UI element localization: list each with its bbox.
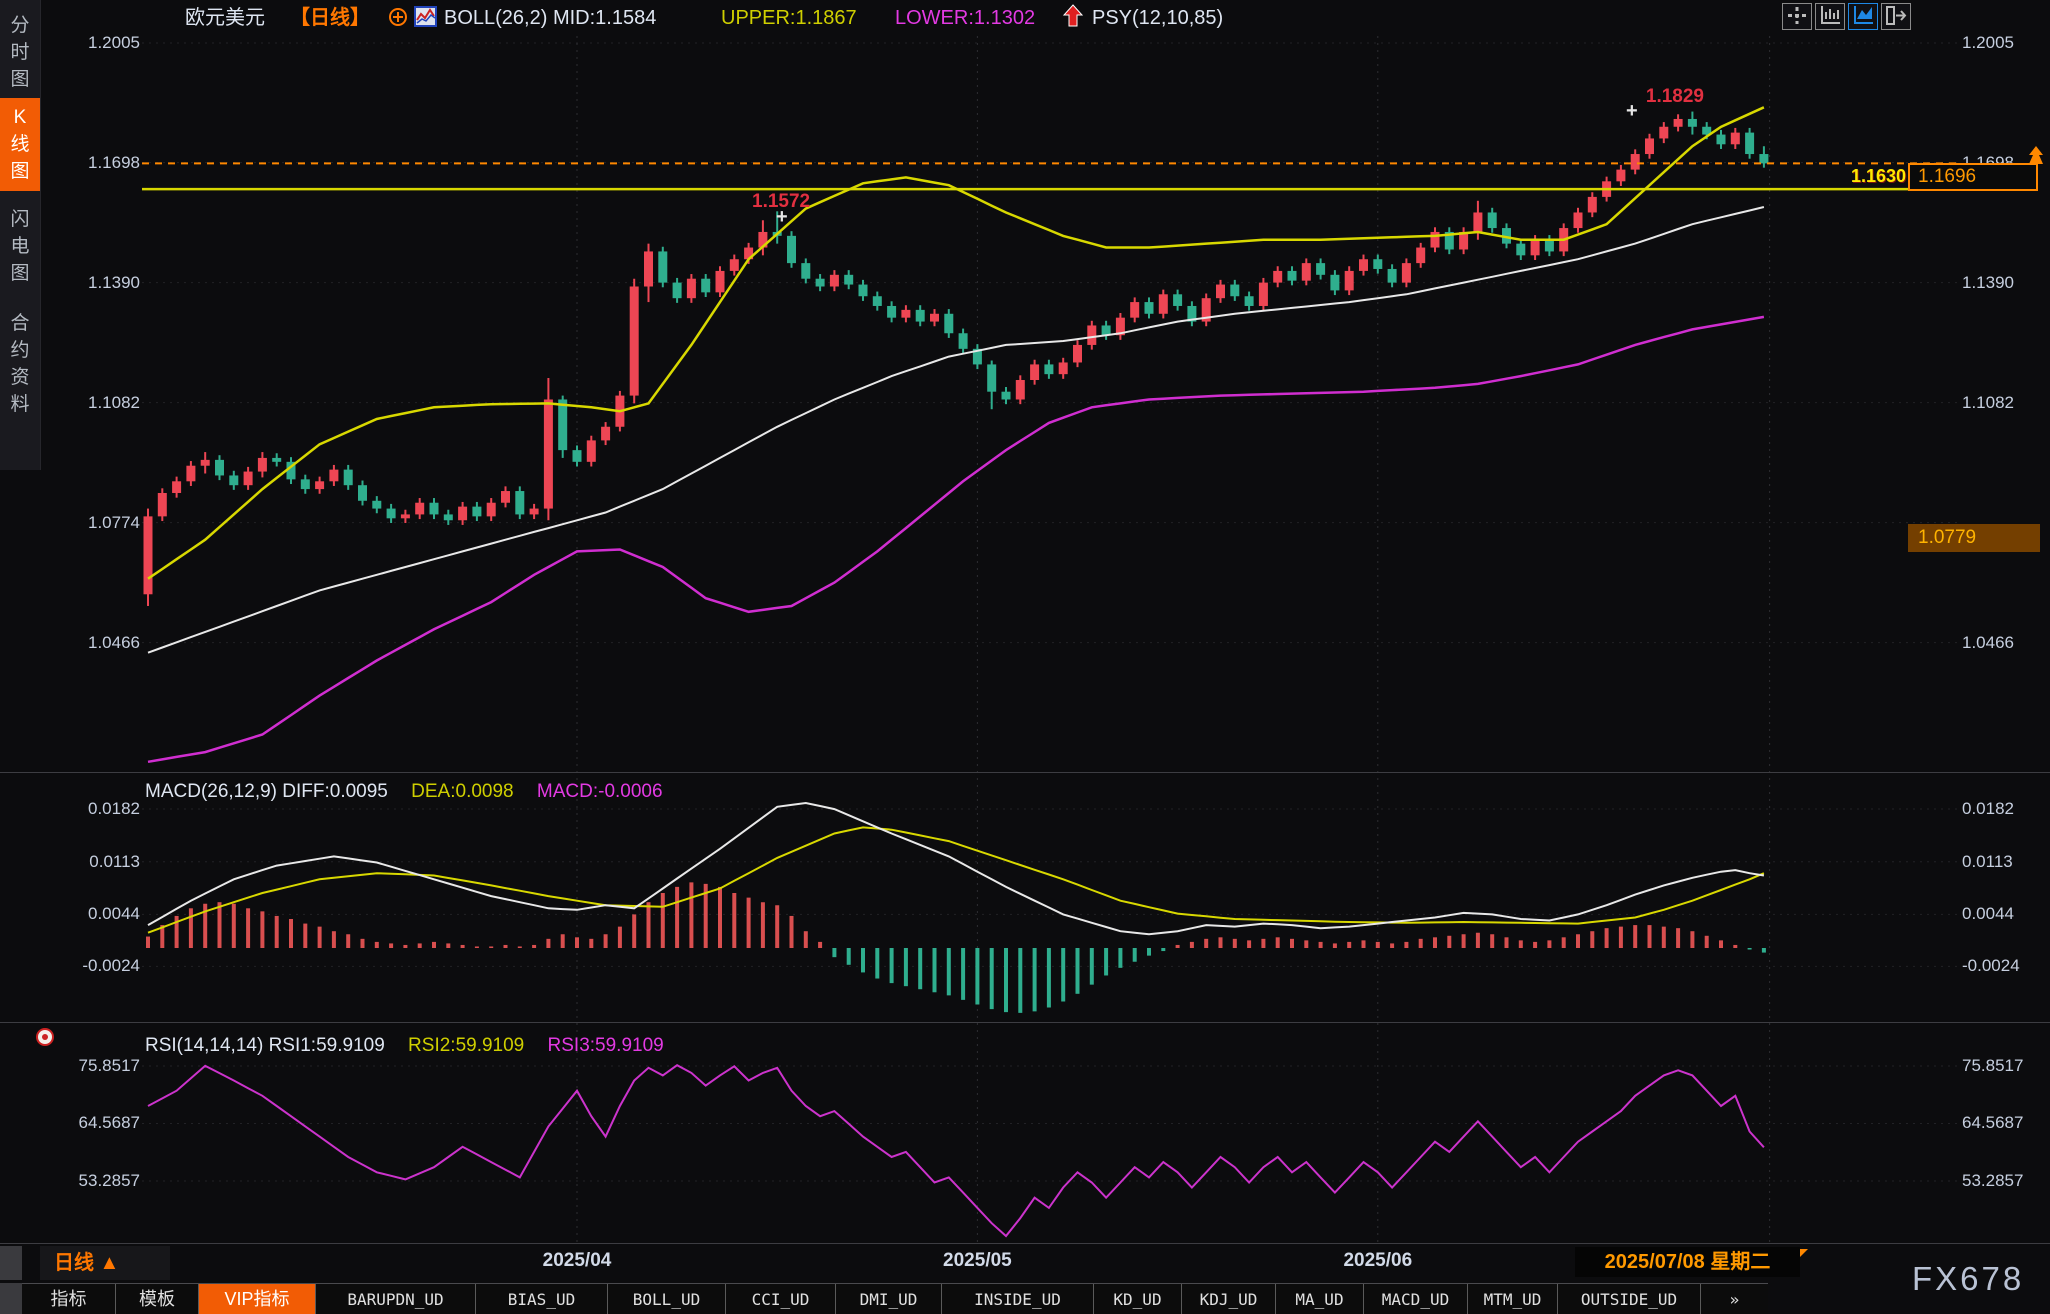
axis-label: 0.0182 [88, 799, 140, 819]
tab-cci_ud[interactable]: CCI_UD [725, 1284, 835, 1314]
period-badge[interactable]: 日线 ▲ [40, 1246, 170, 1280]
corner-block [0, 1246, 22, 1280]
rsi2-readout: RSI2:59.9109 [408, 1035, 525, 1056]
low-price-marker: 1.0779 [1908, 524, 2040, 552]
tab-[interactable]: 模板 [115, 1284, 198, 1314]
axis-label: 1.1082 [1962, 392, 2014, 412]
macd-value-readout: MACD:-0.0006 [536, 781, 663, 802]
axis-label: 1.1082 [88, 392, 140, 412]
indicator-tab-bar: 指标 模板 VIP指标 BARUPDN_UD BIAS_UD BOLL_UD CCI_UD D… [22, 1283, 1768, 1314]
axis-label: 64.5687 [1962, 1113, 2024, 1133]
tab-ma_ud[interactable]: MA_UD [1275, 1284, 1363, 1314]
axis-label: 0.0044 [1962, 904, 2014, 924]
brand-watermark: FX678 [1912, 1260, 2025, 1297]
month-tick-label: 2025/05 [943, 1250, 1012, 1271]
tab-kdj_ud[interactable]: KDJ_UD [1181, 1284, 1275, 1314]
dea-readout: DEA:0.0098 [411, 781, 514, 802]
month-tick-label: 2025/06 [1343, 1250, 1413, 1271]
chart-canvas[interactable] [0, 0, 2050, 1314]
axis-label: 1.2005 [88, 33, 140, 52]
axis-label: 1.1390 [1962, 272, 2014, 292]
axis-label: 1.0466 [88, 632, 140, 652]
tab-mtm_ud[interactable]: MTM_UD [1467, 1284, 1557, 1314]
tab-dmi_ud[interactable]: DMI_UD [835, 1284, 941, 1314]
rsi3-readout: RSI3:59.9109 [547, 1035, 664, 1056]
axis-label: 0.0113 [1962, 851, 2013, 871]
tab-boll_ud[interactable]: BOLL_UD [607, 1284, 725, 1314]
rsi1-readout: RSI(14,14,14) RSI1:59.9109 [145, 1035, 385, 1056]
tab-outside_ud[interactable]: OUTSIDE_UD [1557, 1284, 1700, 1314]
axis-label: -0.0024 [1962, 956, 2020, 976]
axis-label: 75.8517 [78, 1056, 140, 1075]
macd-header: MACD(26,12,9) DIFF:0.0095 DEA:0.0098 MAC… [145, 780, 681, 804]
axis-label: 53.2857 [78, 1170, 140, 1190]
axis-label: 1.1698 [88, 152, 140, 172]
month-tick-label: 2025/04 [542, 1250, 612, 1271]
tab-[interactable]: » [1700, 1284, 1768, 1314]
axis-label: 0.0113 [89, 851, 140, 871]
axis-label: 1.1390 [88, 272, 140, 292]
crosshair-marker: + [776, 206, 788, 228]
axis-label: 1.0466 [1962, 632, 2014, 652]
tab-inside_ud[interactable]: INSIDE_UD [941, 1284, 1093, 1314]
tab-bias_ud[interactable]: BIAS_UD [475, 1284, 607, 1314]
tab-kd_ud[interactable]: KD_UD [1093, 1284, 1181, 1314]
swing-annotation: 1.1572 [752, 191, 811, 212]
charting-app: 分时图K线图闪电图合约资料 欧元美元 【日线】 BOLL(26,2) MID:1… [0, 0, 2050, 1314]
crosshair-marker: + [1626, 100, 1638, 122]
pane-separator [0, 1243, 2050, 1244]
tab-macd_ud[interactable]: MACD_UD [1363, 1284, 1467, 1314]
rsi-header: RSI(14,14,14) RSI1:59.9109 RSI2:59.9109 … [145, 1034, 682, 1058]
axis-label: -0.0024 [82, 956, 140, 976]
current-price-box: 1.1696 [1908, 163, 2038, 191]
price-up-arrow-icon[interactable] [2024, 144, 2048, 173]
axis-label: 1.2005 [1962, 33, 2014, 52]
axis-label: 64.5687 [78, 1113, 140, 1133]
macd-readout: MACD(26,12,9) DIFF:0.0095 [145, 781, 388, 802]
tab-barupdn_ud[interactable]: BARUPDN_UD [315, 1284, 475, 1314]
axis-label: 75.8517 [1962, 1056, 2024, 1075]
pane-separator[interactable] [0, 772, 2050, 773]
level-price-label: 1.1630 [1850, 166, 1906, 186]
pane-separator[interactable] [0, 1022, 2050, 1023]
axis-label: 1.0774 [88, 512, 140, 532]
axis-label: 0.0044 [88, 904, 140, 924]
tab-vip[interactable]: VIP指标 [198, 1284, 315, 1314]
axis-label: 53.2857 [1962, 1170, 2024, 1190]
target-icon[interactable] [34, 1026, 56, 1053]
cursor-date-label: 2025/07/08 星期二 [1575, 1247, 1808, 1277]
tab-[interactable]: 指标 [22, 1284, 115, 1314]
axis-label: 0.0182 [1962, 799, 2014, 819]
corner-block [0, 1283, 22, 1314]
